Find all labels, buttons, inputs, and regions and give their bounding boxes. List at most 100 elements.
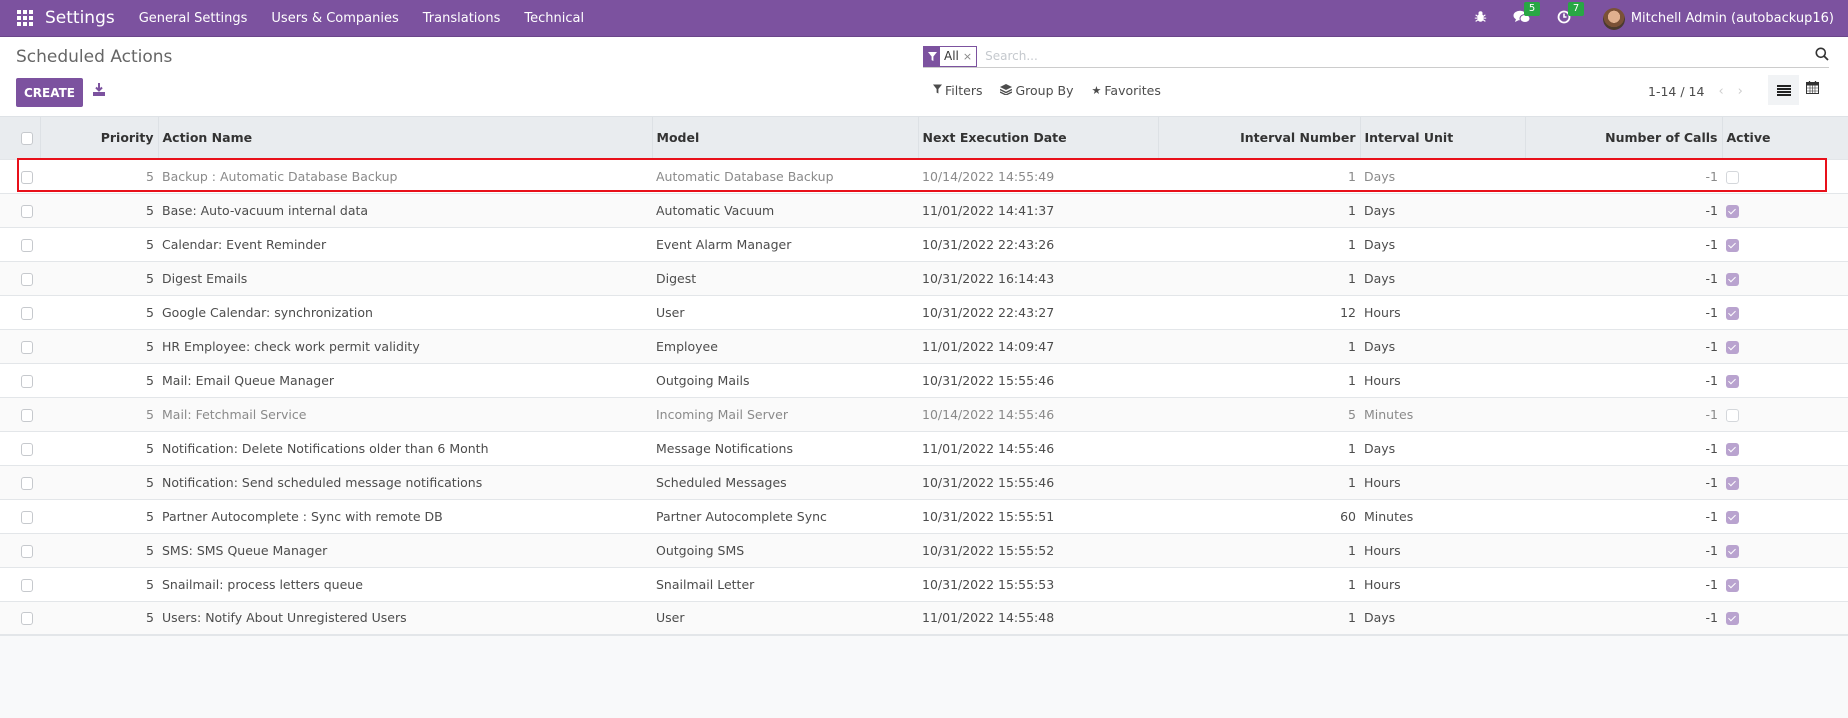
table-row[interactable]: 5 Google Calendar: synchronization User 10/… <box>0 295 1848 329</box>
cell-priority[interactable]: 5 <box>40 601 158 635</box>
cell-active[interactable] <box>1722 193 1848 227</box>
cell-priority[interactable]: 5 <box>40 363 158 397</box>
filters-dropdown[interactable]: Filters <box>933 83 982 98</box>
row-checkbox[interactable] <box>21 374 33 388</box>
table-row[interactable]: 5 Base: Auto-vacuum internal data Automati… <box>0 193 1848 227</box>
cell-action-name[interactable]: Backup : Automatic Database Backup <box>158 159 652 193</box>
cell-model[interactable]: Employee <box>652 329 918 363</box>
row-select-cell[interactable] <box>0 465 40 499</box>
cell-model[interactable]: Automatic Database Backup <box>652 159 918 193</box>
cell-number-of-calls[interactable]: -1 <box>1525 227 1722 261</box>
cell-action-name[interactable]: Notification: Send scheduled message not… <box>158 465 652 499</box>
cell-interval-unit[interactable]: Days <box>1360 601 1525 635</box>
cell-next-execution-date[interactable]: 11/01/2022 14:09:47 <box>918 329 1158 363</box>
cell-action-name[interactable]: Users: Notify About Unregistered Users <box>158 601 652 635</box>
export-download-icon[interactable] <box>93 83 105 100</box>
cell-next-execution-date[interactable]: 11/01/2022 14:41:37 <box>918 193 1158 227</box>
row-select-cell[interactable] <box>0 295 40 329</box>
cell-interval-number[interactable]: 1 <box>1158 465 1360 499</box>
row-select-cell[interactable] <box>0 227 40 261</box>
cell-interval-number[interactable]: 1 <box>1158 363 1360 397</box>
cell-interval-number[interactable]: 12 <box>1158 295 1360 329</box>
table-row[interactable]: 5 SMS: SMS Queue Manager Outgoing SMS 10/31… <box>0 533 1848 567</box>
cell-priority[interactable]: 5 <box>40 261 158 295</box>
cell-interval-number[interactable]: 1 <box>1158 227 1360 261</box>
cell-next-execution-date[interactable]: 10/14/2022 14:55:46 <box>918 397 1158 431</box>
favorites-dropdown[interactable]: ★ Favorites <box>1092 83 1161 98</box>
cell-active[interactable] <box>1722 295 1848 329</box>
cell-active[interactable] <box>1722 363 1848 397</box>
table-row[interactable]: 5 Users: Notify About Unregistered Users U… <box>0 601 1848 635</box>
cell-priority[interactable]: 5 <box>40 567 158 601</box>
row-checkbox[interactable] <box>21 544 33 558</box>
row-select-cell[interactable] <box>0 193 40 227</box>
cell-next-execution-date[interactable]: 10/31/2022 15:55:52 <box>918 533 1158 567</box>
cell-model[interactable]: Outgoing SMS <box>652 533 918 567</box>
cell-number-of-calls[interactable]: -1 <box>1525 431 1722 465</box>
row-select-cell[interactable] <box>0 533 40 567</box>
cell-interval-number[interactable]: 1 <box>1158 261 1360 295</box>
calendar-view-icon[interactable] <box>1806 81 1819 98</box>
table-row[interactable]: 5 Digest Emails Digest 10/31/2022 16:14:43 1… <box>0 261 1848 295</box>
cell-action-name[interactable]: HR Employee: check work permit validity <box>158 329 652 363</box>
cell-priority[interactable]: 5 <box>40 159 158 193</box>
cell-interval-number[interactable]: 1 <box>1158 193 1360 227</box>
table-row[interactable]: 5 Backup : Automatic Database Backup Autom… <box>0 159 1848 193</box>
cell-action-name[interactable]: SMS: SMS Queue Manager <box>158 533 652 567</box>
cell-interval-number[interactable]: 1 <box>1158 601 1360 635</box>
cell-interval-number[interactable]: 1 <box>1158 329 1360 363</box>
column-next-execution-date[interactable]: Next Execution Date <box>917 117 1158 159</box>
group-by-dropdown[interactable]: Group By <box>1000 83 1074 98</box>
cell-interval-unit[interactable]: Hours <box>1360 295 1525 329</box>
row-select-cell[interactable] <box>0 499 40 533</box>
cell-next-execution-date[interactable]: 10/31/2022 22:43:26 <box>918 227 1158 261</box>
cell-interval-unit[interactable]: Minutes <box>1360 499 1525 533</box>
menu-users-companies[interactable]: Users & Companies <box>271 11 398 26</box>
column-priority[interactable]: Priority <box>39 117 158 159</box>
column-model[interactable]: Model <box>651 117 918 159</box>
cell-priority[interactable]: 5 <box>40 329 158 363</box>
cell-priority[interactable]: 5 <box>40 193 158 227</box>
table-row[interactable]: 5 Calendar: Event Reminder Event Alarm Man… <box>0 227 1848 261</box>
cell-priority[interactable]: 5 <box>40 295 158 329</box>
cell-model[interactable]: Automatic Vacuum <box>652 193 918 227</box>
cell-priority[interactable]: 5 <box>40 465 158 499</box>
cell-action-name[interactable]: Mail: Email Queue Manager <box>158 363 652 397</box>
cell-active[interactable] <box>1722 465 1848 499</box>
table-row[interactable]: 5 Mail: Fetchmail Service Incoming Mail Se… <box>0 397 1848 431</box>
cell-interval-unit[interactable]: Minutes <box>1360 397 1525 431</box>
cell-interval-unit[interactable]: Days <box>1360 431 1525 465</box>
cell-active[interactable] <box>1722 397 1848 431</box>
cell-interval-number[interactable]: 1 <box>1158 431 1360 465</box>
select-all-checkbox[interactable] <box>21 132 33 146</box>
cell-number-of-calls[interactable]: -1 <box>1525 465 1722 499</box>
cell-model[interactable]: Scheduled Messages <box>652 465 918 499</box>
cell-action-name[interactable]: Digest Emails <box>158 261 652 295</box>
cell-number-of-calls[interactable]: -1 <box>1525 567 1722 601</box>
row-select-cell[interactable] <box>0 261 40 295</box>
cell-priority[interactable]: 5 <box>40 227 158 261</box>
cell-number-of-calls[interactable]: -1 <box>1525 295 1722 329</box>
cell-priority[interactable]: 5 <box>40 397 158 431</box>
cell-interval-unit[interactable]: Days <box>1360 261 1525 295</box>
cell-next-execution-date[interactable]: 11/01/2022 14:55:48 <box>918 601 1158 635</box>
user-menu[interactable]: Mitchell Admin (autobackup16) <box>1631 11 1834 26</box>
row-checkbox[interactable] <box>21 612 33 626</box>
cell-model[interactable]: User <box>652 601 918 635</box>
column-active[interactable]: Active <box>1721 117 1848 159</box>
cell-interval-unit[interactable]: Days <box>1360 159 1525 193</box>
cell-next-execution-date[interactable]: 10/14/2022 14:55:49 <box>918 159 1158 193</box>
pager-next-icon[interactable]: › <box>1738 84 1743 99</box>
cell-model[interactable]: Snailmail Letter <box>652 567 918 601</box>
create-button[interactable]: CREATE <box>16 78 83 107</box>
pager-value[interactable]: 1-14 / 14 <box>1648 84 1704 99</box>
app-name[interactable]: Settings <box>45 8 115 28</box>
cell-model[interactable]: User <box>652 295 918 329</box>
apps-menu-icon[interactable] <box>17 10 33 26</box>
cell-next-execution-date[interactable]: 10/31/2022 15:55:51 <box>918 499 1158 533</box>
cell-interval-unit[interactable]: Days <box>1360 193 1525 227</box>
cell-action-name[interactable]: Partner Autocomplete : Sync with remote … <box>158 499 652 533</box>
column-interval-number[interactable]: Interval Number <box>1157 117 1360 159</box>
column-interval-unit[interactable]: Interval Unit <box>1359 117 1525 159</box>
table-row[interactable]: 5 Notification: Send scheduled message no… <box>0 465 1848 499</box>
